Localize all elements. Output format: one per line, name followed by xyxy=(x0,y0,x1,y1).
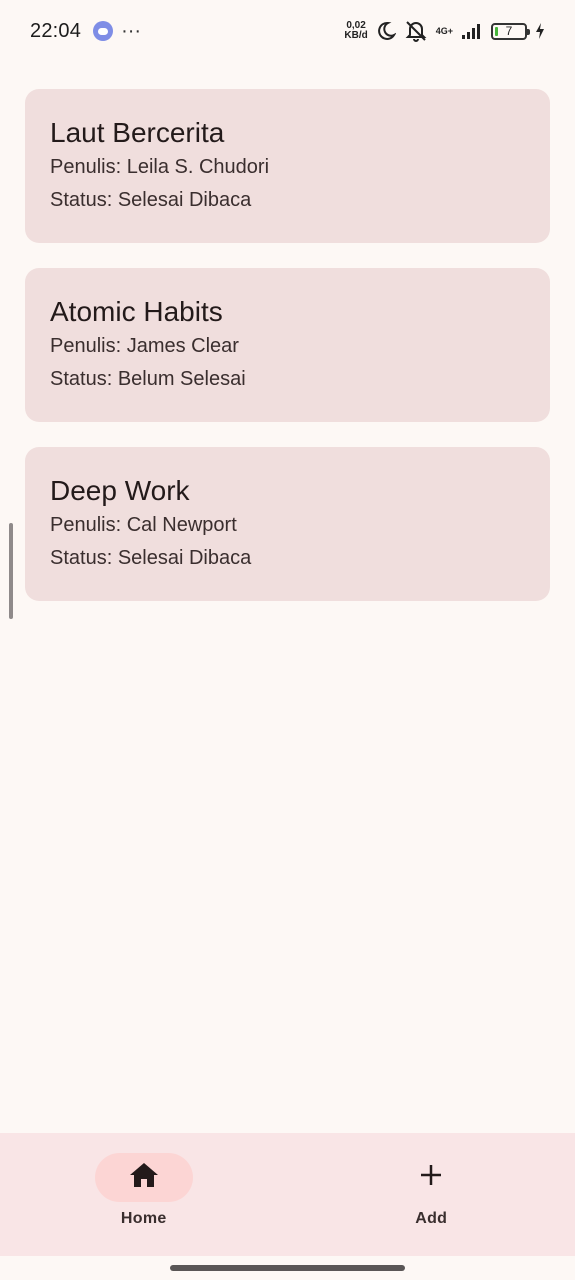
status-icons: 0,02 KB/d 4G+ 7 xyxy=(344,20,545,42)
charging-icon xyxy=(535,22,545,40)
nav-icon-container xyxy=(382,1153,480,1202)
book-status: Status: Selesai Dibaca xyxy=(50,189,252,211)
book-card[interactable]: Atomic Habits Penulis: James Clear Statu… xyxy=(25,268,550,422)
book-title: Atomic Habits xyxy=(50,296,223,327)
moon-icon xyxy=(376,21,396,41)
scroll-indicator[interactable] xyxy=(9,523,13,619)
battery-icon: 7 xyxy=(491,22,530,40)
home-icon xyxy=(129,1162,159,1193)
signal-icon xyxy=(461,22,483,40)
network-speed: 0,02 KB/d xyxy=(344,21,367,41)
bottom-navigation: Home Add xyxy=(0,1133,575,1256)
status-bar: 22:04 ··· 0,02 KB/d 4G+ 7 xyxy=(0,0,575,62)
network-type: 4G+ xyxy=(435,25,453,36)
book-title: Laut Bercerita xyxy=(50,117,225,148)
app-screen: 22:04 ··· 0,02 KB/d 4G+ 7 Laut Bercerita… xyxy=(0,0,575,1280)
discord-icon xyxy=(93,21,114,41)
book-status: Status: Belum Selesai xyxy=(50,368,246,390)
book-status: Status: Selesai Dibaca xyxy=(50,547,252,569)
battery-fill xyxy=(495,26,498,36)
nav-item-home[interactable]: Home xyxy=(0,1133,288,1256)
gesture-navigation-area xyxy=(0,1256,575,1280)
book-title: Deep Work xyxy=(50,475,190,506)
gesture-handle[interactable] xyxy=(170,1265,405,1271)
book-author: Penulis: James Clear xyxy=(50,335,239,357)
nav-active-indicator xyxy=(94,1153,193,1202)
nav-label-add: Add xyxy=(415,1210,448,1227)
more-notifications-indicator: ··· xyxy=(121,20,142,42)
battery-level: 7 xyxy=(505,24,513,38)
plus-icon xyxy=(419,1163,443,1192)
book-author: Penulis: Leila S. Chudori xyxy=(50,156,270,178)
status-time: 22:04 xyxy=(30,19,82,42)
book-card[interactable]: Deep Work Penulis: Cal Newport Status: S… xyxy=(25,447,550,601)
nav-item-add[interactable]: Add xyxy=(288,1133,575,1256)
book-list: Laut Bercerita Penulis: Leila S. Chudori… xyxy=(25,89,550,626)
book-author: Penulis: Cal Newport xyxy=(50,514,237,536)
book-card[interactable]: Laut Bercerita Penulis: Leila S. Chudori… xyxy=(25,89,550,243)
nav-label-home: Home xyxy=(120,1210,167,1227)
network-speed-unit: KB/d xyxy=(344,30,368,41)
mute-icon xyxy=(404,20,428,42)
